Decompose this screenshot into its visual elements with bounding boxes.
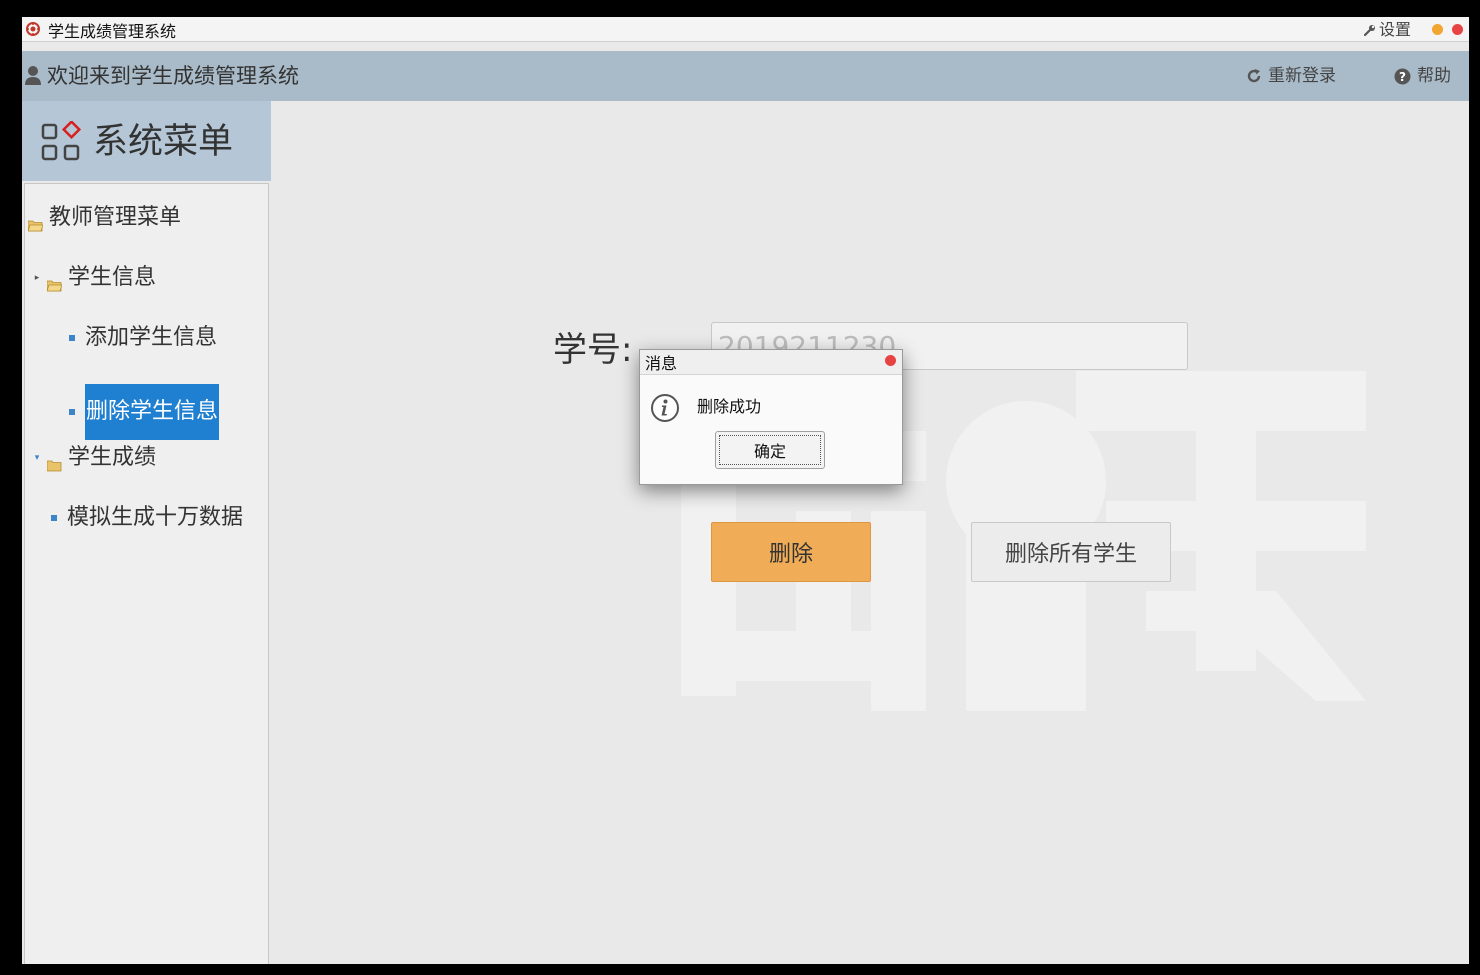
tree-item-label: 学生信息 (68, 265, 157, 290)
leaf-bullet-icon (69, 335, 75, 341)
tree-item-label: 模拟生成十万数据 (67, 505, 244, 530)
tree-item-delete-student[interactable]: 删除学生信息 (69, 384, 220, 440)
tree-item-label: 教师管理菜单 (49, 205, 182, 230)
folder-open-icon (46, 272, 63, 292)
tree-item-label: 删除学生信息 (85, 384, 220, 440)
dialog-message: 删除成功 (697, 397, 762, 416)
dialog-title-bar: 消息 (640, 350, 902, 375)
menu-title: 系统菜单 (93, 122, 234, 162)
delete-all-students-button[interactable]: 删除所有学生 (971, 522, 1171, 582)
leaf-bullet-icon (51, 515, 57, 521)
menu-header: 系统菜单 (22, 101, 271, 181)
expand-arrow-icon[interactable]: ▸ (33, 264, 41, 292)
tree-item-student-scores[interactable]: ▾ 学生成绩 (33, 444, 156, 472)
tree-item-label: 学生成绩 (68, 445, 157, 470)
info-icon (651, 394, 679, 422)
dialog-title: 消息 (645, 354, 678, 373)
settings-label: 设置 (1378, 20, 1411, 39)
message-dialog: 消息 删除成功 确定 (639, 349, 903, 485)
folder-open-icon (27, 212, 44, 232)
window-title: 学生成绩管理系统 (48, 22, 177, 41)
app-logo-icon (26, 22, 40, 36)
tree-item-add-student[interactable]: 添加学生信息 (69, 324, 217, 352)
tree-item-student-info[interactable]: ▸ 学生信息 (33, 264, 156, 292)
wrench-icon (1363, 25, 1375, 36)
dialog-body: 删除成功 确定 (640, 375, 902, 484)
header-bar: 欢迎来到学生成绩管理系统 重新登录 ? 帮助 (22, 51, 1469, 101)
welcome-text: 欢迎来到学生成绩管理系统 (47, 64, 299, 88)
ok-button[interactable]: 确定 (715, 431, 825, 469)
help-label: 帮助 (1417, 66, 1451, 86)
tree-item-label: 添加学生信息 (85, 325, 218, 350)
student-id-label: 学号: (553, 330, 633, 370)
settings-button[interactable]: 设置 (1363, 20, 1411, 40)
sidebar-tree: 教师管理菜单 ▸ 学生信息 添加学生信息 删除学生信息 ▾ 学生成绩 模拟生成十… (24, 183, 269, 964)
user-icon (25, 66, 41, 85)
collapse-arrow-icon[interactable]: ▾ (33, 444, 41, 472)
app-window: 学生成绩管理系统 设置 欢迎来到学生成绩管理系统 重新登录 ? 帮助 系统菜单 … (22, 17, 1469, 964)
leaf-bullet-icon (69, 409, 75, 415)
svg-text:?: ? (1399, 70, 1406, 84)
main-content: 学号: 删除 删除所有学生 (271, 101, 1469, 964)
help-button[interactable]: ? 帮助 (1394, 65, 1451, 87)
title-bar: 学生成绩管理系统 设置 (22, 17, 1469, 42)
refresh-icon (1247, 69, 1261, 83)
relogin-button[interactable]: 重新登录 (1246, 65, 1336, 87)
dialog-close-button[interactable] (885, 355, 896, 366)
folder-closed-icon (46, 452, 62, 472)
apps-grid-icon (41, 121, 82, 161)
close-button[interactable] (1452, 24, 1463, 35)
delete-button[interactable]: 删除 (711, 522, 871, 582)
relogin-label: 重新登录 (1268, 66, 1336, 86)
help-icon: ? (1394, 68, 1411, 84)
minimize-button[interactable] (1432, 24, 1443, 35)
tree-item-teacher-menu[interactable]: 教师管理菜单 (27, 204, 182, 232)
tree-item-generate-data[interactable]: 模拟生成十万数据 (51, 504, 243, 532)
